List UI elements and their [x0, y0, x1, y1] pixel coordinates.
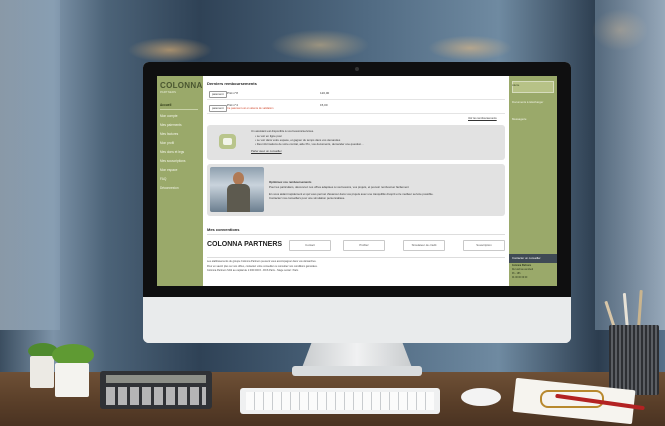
window-light-left [0, 0, 60, 330]
monitor: COLONNA PARTNERS Accueil Mon compte Mes … [143, 62, 571, 343]
assistant-link[interactable]: Parler avec un conseiller [251, 149, 282, 153]
subscription-button[interactable]: Souscription [463, 240, 505, 251]
sidebar-item-deconnexion[interactable]: Déconnexion [160, 186, 179, 190]
row-tag: paiement [209, 91, 227, 98]
assistant-card: Un assistant est disponible à vos besoin… [207, 125, 505, 160]
info-line: Du lundi au vendredi [512, 269, 534, 271]
camera-icon [355, 67, 359, 71]
sidebar: COLONNA PARTNERS Accueil Mon compte Mes … [157, 76, 203, 286]
screen: COLONNA PARTNERS Accueil Mon compte Mes … [157, 76, 557, 286]
info-line: 9h - 18h [512, 273, 521, 275]
sidebar-item-factures[interactable]: Mes factures [160, 132, 178, 136]
table-row[interactable]: paiement Prêt n°4 15,00 Ce paiement est … [207, 102, 505, 114]
assistant-line: • Des informations de votre contrat, aid… [255, 142, 364, 146]
row-warning: Ce paiement est en attente de validation [227, 107, 274, 110]
calculator [100, 371, 212, 409]
sidebar-item-accueil[interactable]: Accueil [160, 103, 171, 107]
promo-title: Optimisez vos remboursements [269, 180, 312, 184]
sidebar-item-compte[interactable]: Mon compte [160, 114, 178, 118]
contact-button[interactable]: Contact [289, 240, 331, 251]
right-panel: Alerte Documents à télécharger Messageri… [509, 76, 557, 286]
sidebar-item-profil[interactable]: Mon profil [160, 141, 174, 145]
info-line: Colonna Partners [512, 265, 532, 267]
contact-advisor-button[interactable]: Contacter un conseiller [509, 254, 557, 263]
promo-line: Contactez nos conseillers pour une simul… [269, 196, 346, 200]
row-amount: 15,00 [320, 103, 328, 107]
monitor-bezel: COLONNA PARTNERS Accueil Mon compte Mes … [143, 62, 571, 297]
monitor-chin [143, 297, 571, 343]
partners-title: COLONNA PARTNERS [207, 241, 283, 248]
assistant-line: Un assistant est disponible à vos besoin… [251, 129, 314, 133]
sidebar-item-paiements[interactable]: Mes paiements [160, 123, 182, 127]
sidebar-divider [160, 109, 198, 110]
footer-line: Les établissements du groupe Colonna Par… [207, 260, 317, 263]
more-payments-link[interactable]: Voir les remboursements [468, 117, 497, 120]
pen-holder [609, 325, 659, 395]
promo-card: Optimisez vos remboursements Pour les pa… [207, 164, 505, 216]
sidebar-item-faq[interactable]: FAQ [160, 177, 166, 181]
sidebar-item-souscriptions[interactable]: Mes souscriptions [160, 159, 186, 163]
simulator-button[interactable]: Simulateur de crédit [403, 240, 445, 251]
row-amount: 120,00 [320, 91, 330, 95]
main-content: Derniers remboursements paiement Prêt n°… [203, 76, 509, 286]
footer-line: Pour en savoir plus sur nos offres, cont… [207, 265, 318, 268]
table-row[interactable]: paiement Prêt n°8 120,00 [207, 90, 505, 100]
row-label: Prêt n°8 [227, 91, 238, 95]
footer-line: Colonna Partners SAS au capital de 1 000… [207, 269, 299, 272]
messaging-link[interactable]: Messagerie [512, 117, 526, 121]
payments-title: Derniers remboursements [207, 81, 257, 86]
documents-link[interactable]: Documents à télécharger [512, 100, 552, 104]
plant-pot [55, 363, 89, 397]
conventions-title: Mes conventions [207, 227, 240, 232]
monitor-base [292, 366, 422, 376]
promo-line: Pour les particuliers, découvrez nos off… [269, 185, 409, 189]
advisor-photo [210, 167, 264, 212]
sidebar-item-dons[interactable]: Mes dons et legs [160, 150, 184, 154]
logo-subtitle: PARTNERS [160, 90, 177, 94]
sidebar-item-espace[interactable]: Mon espace [160, 168, 177, 172]
keyboard [240, 388, 440, 414]
window-light-right [595, 0, 665, 330]
partners-section: COLONNA PARTNERS Contact Profilez Simula… [207, 234, 505, 258]
info-line: 01 00 00 00 00 [512, 277, 528, 279]
row-tag: paiement [209, 105, 227, 112]
mouse [461, 388, 501, 406]
profilez-button[interactable]: Profilez [343, 240, 385, 251]
robot-icon [219, 134, 236, 149]
logo[interactable]: COLONNA [160, 81, 202, 90]
plant-pot [30, 356, 54, 388]
alert-label: Alerte [512, 83, 520, 87]
